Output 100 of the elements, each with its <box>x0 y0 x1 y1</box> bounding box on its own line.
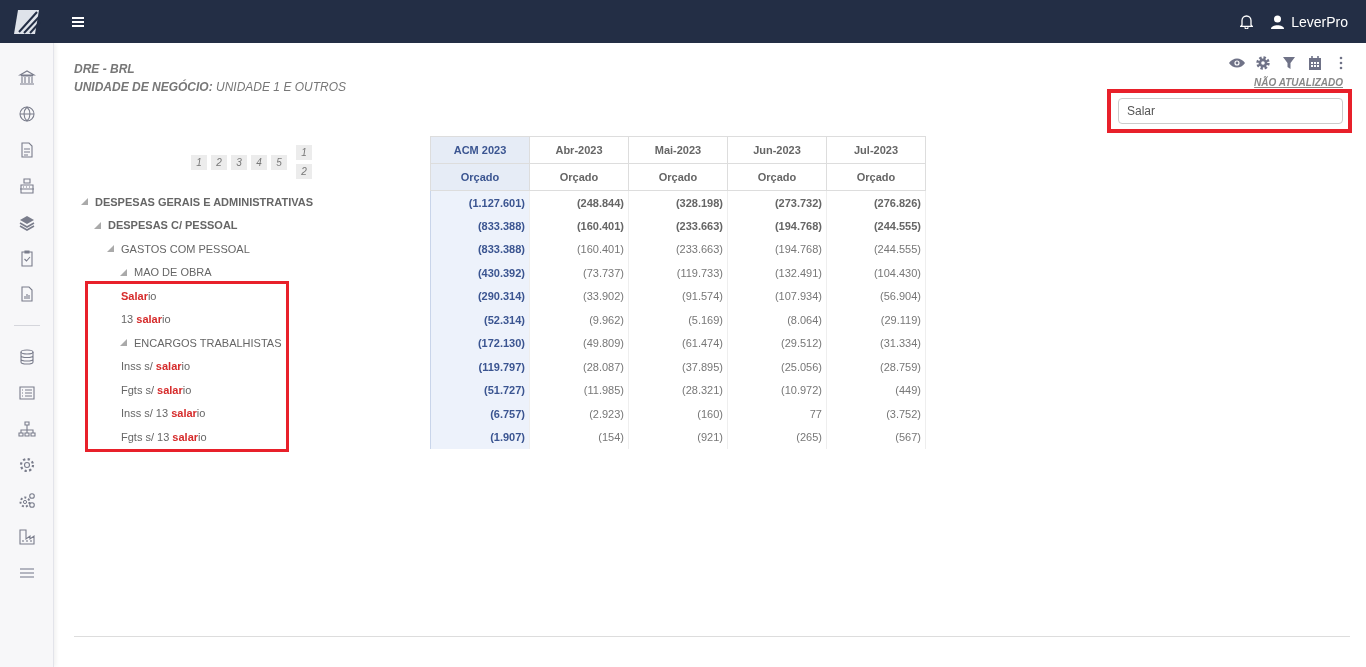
level-button[interactable]: 1 <box>191 155 207 170</box>
table-cell: (244.555) <box>826 237 926 261</box>
table-cell: (273.732) <box>727 190 827 214</box>
settings-icon[interactable] <box>1254 55 1272 71</box>
column-subheader: Orçado <box>628 163 728 191</box>
table-cell: (160.401) <box>529 214 629 238</box>
expanded-triangle-icon[interactable] <box>120 339 127 347</box>
status-link[interactable]: NÃO ATUALIZADO <box>1254 77 1343 88</box>
table-cell: (567) <box>826 425 926 449</box>
table-cell: (6.757) <box>430 402 530 426</box>
table-cell: (921) <box>628 425 728 449</box>
table-cell: (31.334) <box>826 331 926 355</box>
table-cell: 77 <box>727 402 827 426</box>
hierarchy-icon[interactable] <box>17 420 36 438</box>
menu-icon[interactable] <box>72 16 84 27</box>
factory-icon[interactable] <box>17 528 36 546</box>
filter-icon[interactable] <box>1280 55 1298 71</box>
row-label[interactable]: ENCARGOS TRABALHISTAS <box>134 336 282 349</box>
list-icon[interactable] <box>17 384 36 402</box>
table-cell: (11.985) <box>529 378 629 402</box>
level-button[interactable]: 2 <box>211 155 227 170</box>
business-unit-line: UNIDADE DE NEGÓCIO: UNIDADE 1 E OUTROS <box>74 78 347 96</box>
table-cell: (119.797) <box>430 355 530 379</box>
table-cell: (91.574) <box>628 284 728 308</box>
table-cell: (49.809) <box>529 331 629 355</box>
table-cell: (28.759) <box>826 355 926 379</box>
report-title: DRE - BRL <box>74 61 136 78</box>
level-button[interactable]: 1 <box>296 145 312 160</box>
table-cell: (29.512) <box>727 331 827 355</box>
level-button[interactable]: 4 <box>251 155 267 170</box>
row-label[interactable]: DESPESAS C/ PESSOAL <box>108 219 238 232</box>
table-cell: (132.491) <box>727 261 827 285</box>
table-cell: (194.768) <box>727 214 827 238</box>
bank-icon[interactable] <box>17 69 36 87</box>
table-cell: (160.401) <box>529 237 629 261</box>
table-cell: (2.923) <box>529 402 629 426</box>
table-cell: (154) <box>529 425 629 449</box>
table-cell: (10.972) <box>727 378 827 402</box>
table-cell: (56.904) <box>826 284 926 308</box>
row-label[interactable]: Inss s/ 13 salario <box>121 407 206 420</box>
row-label[interactable]: Salario <box>121 289 157 302</box>
table-cell: (25.056) <box>727 355 827 379</box>
row-label[interactable]: Fgts s/ salario <box>121 383 192 396</box>
table-cell: (28.321) <box>628 378 728 402</box>
column-header: Abr-2023 <box>529 136 629 164</box>
row-label[interactable]: Inss s/ salario <box>121 360 191 373</box>
table-cell: (244.555) <box>826 214 926 238</box>
table-cell: (29.119) <box>826 308 926 332</box>
table-cell: (172.130) <box>430 331 530 355</box>
table-cell: (248.844) <box>529 190 629 214</box>
gears-icon[interactable] <box>17 492 36 510</box>
expanded-triangle-icon[interactable] <box>107 245 114 253</box>
table-cell: (73.737) <box>529 261 629 285</box>
layers-icon[interactable] <box>17 213 36 231</box>
level-button[interactable]: 3 <box>231 155 247 170</box>
search-field[interactable]: Salar <box>1118 98 1343 124</box>
table-cell: (9.962) <box>529 308 629 332</box>
cash-register-icon[interactable] <box>17 177 36 195</box>
table-cell: (119.733) <box>628 261 728 285</box>
column-header: Jul-2023 <box>826 136 926 164</box>
table-cell: (51.727) <box>430 378 530 402</box>
row-label[interactable]: GASTOS COM PESSOAL <box>121 242 250 255</box>
level-button[interactable]: 5 <box>271 155 287 170</box>
column-subheader: Orçado <box>430 163 530 191</box>
table-cell: (430.392) <box>430 261 530 285</box>
expanded-triangle-icon[interactable] <box>120 268 127 276</box>
table-cell: (276.826) <box>826 190 926 214</box>
table-cell: (33.902) <box>529 284 629 308</box>
table-cell: (5.169) <box>628 308 728 332</box>
table-cell: (28.087) <box>529 355 629 379</box>
user-icon <box>1271 14 1285 29</box>
column-header: Mai-2023 <box>628 136 728 164</box>
table-cell: (3.752) <box>826 402 926 426</box>
user-menu[interactable]: LeverPro <box>1271 13 1348 30</box>
row-label[interactable]: Fgts s/ 13 salario <box>121 430 207 443</box>
level-button[interactable]: 2 <box>296 164 312 179</box>
table-cell: (265) <box>727 425 827 449</box>
table-cell: (194.768) <box>727 237 827 261</box>
database-icon[interactable] <box>17 348 36 366</box>
table-cell: (61.474) <box>628 331 728 355</box>
table-cell: (233.663) <box>628 237 728 261</box>
bell-icon[interactable] <box>1240 14 1254 29</box>
row-label[interactable]: 13 salario <box>121 313 171 326</box>
table-cell: (8.064) <box>727 308 827 332</box>
table-cell: (328.198) <box>628 190 728 214</box>
table-cell: (290.314) <box>430 284 530 308</box>
calendar-icon[interactable] <box>1306 55 1324 71</box>
settings-icon[interactable] <box>17 456 36 474</box>
column-header: ACM 2023 <box>430 136 530 164</box>
table-cell: (1.907) <box>430 425 530 449</box>
expanded-triangle-icon[interactable] <box>94 221 101 229</box>
row-label[interactable]: DESPESAS GERAIS E ADMINISTRATIVAS <box>95 195 313 208</box>
globe-icon[interactable] <box>17 105 36 123</box>
table-cell: (107.934) <box>727 284 827 308</box>
row-label[interactable]: MAO DE OBRA <box>134 266 212 279</box>
table-cell: (52.314) <box>430 308 530 332</box>
user-name[interactable]: LeverPro <box>1291 13 1348 30</box>
expanded-triangle-icon[interactable] <box>81 198 88 206</box>
table-cell: (233.663) <box>628 214 728 238</box>
table-cell: (833.388) <box>430 237 530 261</box>
